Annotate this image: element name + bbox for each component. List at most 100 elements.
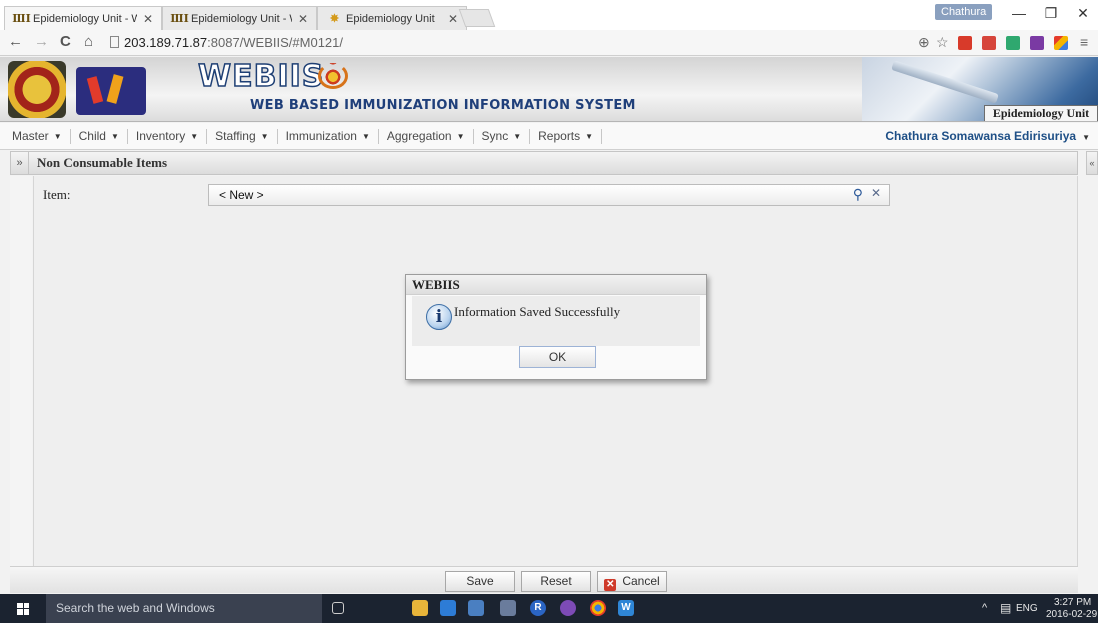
- menu-label: Reports: [538, 128, 581, 143]
- close-icon[interactable]: ✕: [143, 12, 153, 26]
- menu-sync[interactable]: Sync ▼: [472, 128, 530, 144]
- menu-master[interactable]: Master ▼: [0, 129, 70, 144]
- menu-label: Inventory: [135, 128, 186, 143]
- minimize-icon[interactable]: —: [1004, 5, 1034, 21]
- caret-down-icon: ▼: [110, 131, 119, 141]
- menu-label: Master: [12, 128, 49, 143]
- caret-down-icon: ▼: [190, 131, 199, 141]
- browser-tab-1[interactable]: ⅢⅠ Epidemiology Unit - WEBII ✕: [4, 6, 162, 30]
- app-logo: WEBIIS: [197, 58, 325, 95]
- clock-date[interactable]: 2016-02-29: [1046, 609, 1097, 620]
- info-icon: i: [426, 304, 452, 330]
- cancel-icon: ✕: [604, 579, 617, 591]
- browser-tab-2[interactable]: ⅢⅠ Epidemiology Unit - WEBII ✕: [162, 6, 317, 30]
- save-button[interactable]: Save: [445, 571, 515, 592]
- menu-aggregation[interactable]: Aggregation ▼: [377, 128, 473, 144]
- collapse-right-icon[interactable]: «: [1086, 151, 1098, 175]
- chrome-icon[interactable]: [590, 600, 606, 616]
- unit-name: Epidemiology Unit: [984, 105, 1098, 121]
- browser-titlebar: ⅢⅠ Epidemiology Unit - WEBII ✕ ⅢⅠ Epidem…: [0, 0, 1098, 30]
- app-subtitle: WEB BASED IMMUNIZATION INFORMATION SYSTE…: [250, 98, 636, 113]
- menu-label: Staffing: [215, 128, 256, 143]
- clock-time[interactable]: 3:27 PM: [1054, 597, 1091, 608]
- webiis-mark-icon: [318, 63, 348, 89]
- profile-badge[interactable]: Chathura: [935, 4, 993, 20]
- caret-down-icon: ▼: [53, 131, 62, 141]
- item-value: < New >: [219, 188, 264, 202]
- chrome-menu-icon[interactable]: ≡: [1080, 34, 1088, 50]
- caret-down-icon: ▼: [513, 131, 522, 141]
- tab-title: Epidemiology Unit - WEBII: [33, 12, 137, 25]
- cancel-button[interactable]: ✕ Cancel: [597, 571, 667, 592]
- windows-logo-icon: [17, 602, 29, 615]
- r-app-icon[interactable]: R: [530, 600, 546, 616]
- page-icon: [110, 36, 119, 48]
- item-label: Item:: [43, 187, 71, 202]
- clear-icon[interactable]: ✕: [871, 186, 881, 200]
- notification-icon[interactable]: ▤: [1000, 601, 1011, 615]
- tab-title: Epidemiology Unit - WEBII: [191, 12, 292, 25]
- reset-button[interactable]: Reset: [521, 571, 591, 592]
- close-icon[interactable]: ✕: [298, 12, 308, 26]
- menu-staffing[interactable]: Staffing ▼: [206, 128, 276, 144]
- close-icon[interactable]: ✕: [448, 12, 458, 26]
- extension-red-icon[interactable]: [958, 36, 972, 50]
- paint-icon[interactable]: [500, 600, 516, 616]
- app-icon[interactable]: [468, 600, 484, 616]
- address-bar: ← → C ⌂ 203.189.71.87:8087/WEBIIS/#M0121…: [0, 30, 1098, 56]
- forward-icon[interactable]: →: [34, 33, 49, 50]
- onenote-icon[interactable]: [1030, 36, 1044, 50]
- store-icon[interactable]: [440, 600, 456, 616]
- expand-icon[interactable]: »: [11, 152, 29, 174]
- sri-lanka-emblem-logo: [8, 61, 66, 118]
- menu-inventory[interactable]: Inventory ▼: [126, 128, 206, 144]
- file-explorer-icon[interactable]: [412, 600, 428, 616]
- main-menu: Master ▼ Child ▼ Inventory ▼ Staffing ▼ Immu…: [0, 123, 1098, 150]
- tab-title: Epidemiology Unit: [346, 12, 435, 25]
- menu-label: Child: [78, 128, 106, 143]
- action-toolbar: Save Reset ✕ Cancel: [10, 566, 1078, 593]
- search-icon[interactable]: ⚲: [853, 186, 863, 203]
- gmail-icon[interactable]: [982, 36, 996, 50]
- menu-label: Aggregation: [386, 128, 452, 143]
- extension-green-icon[interactable]: [1006, 36, 1020, 50]
- new-tab-button[interactable]: [458, 9, 496, 27]
- item-lookup-field[interactable]: < New > ⚲ ✕: [208, 184, 890, 206]
- caret-down-icon: ▼: [1082, 133, 1090, 142]
- caret-down-icon: ▼: [260, 131, 269, 141]
- windows-taskbar: Search the web and Windows R W ^ ▤ ENG 3…: [0, 594, 1098, 623]
- word-icon[interactable]: W: [618, 600, 634, 616]
- back-icon[interactable]: ←: [8, 33, 23, 50]
- home-icon[interactable]: ⌂: [84, 33, 93, 50]
- dialog-message: Information Saved Successfully: [454, 304, 621, 319]
- url-field[interactable]: 203.189.71.87:8087/WEBIIS/#M0121/: [110, 33, 870, 53]
- menu-child[interactable]: Child ▼: [69, 128, 127, 144]
- ok-button[interactable]: OK: [519, 346, 596, 368]
- close-window-icon[interactable]: ✕: [1068, 5, 1098, 22]
- menu-label: Immunization: [285, 128, 357, 143]
- dialog-title: WEBIIS: [406, 275, 706, 295]
- reload-icon[interactable]: C: [60, 33, 71, 50]
- start-button[interactable]: [0, 594, 46, 623]
- bookmark-star-icon[interactable]: ☆: [936, 34, 949, 51]
- caret-down-icon: ▼: [585, 131, 594, 141]
- extension-multicolor-icon[interactable]: [1054, 36, 1068, 50]
- info-dialog: WEBIIS i Information Saved Successfully …: [405, 274, 707, 380]
- menu-reports[interactable]: Reports ▼: [529, 128, 601, 144]
- tray-up-icon[interactable]: ^: [982, 602, 987, 614]
- task-view-icon[interactable]: [332, 602, 344, 614]
- restore-icon[interactable]: ❐: [1036, 5, 1066, 22]
- menu-divider: [601, 128, 603, 144]
- browser-tab-3[interactable]: ✸ Epidemiology Unit ✕: [317, 6, 467, 30]
- menu-immunization[interactable]: Immunization ▼: [276, 128, 378, 144]
- taskbar-search[interactable]: Search the web and Windows: [46, 594, 322, 623]
- emblem-favicon-icon: ✸: [329, 12, 340, 25]
- zoom-icon[interactable]: ⊕: [918, 34, 930, 51]
- webiis-favicon-icon: ⅢⅠ: [170, 12, 189, 25]
- children-logo: [76, 67, 146, 115]
- user-menu[interactable]: Chathura Somawansa Edirisuriya ▼: [885, 129, 1090, 143]
- language-indicator[interactable]: ENG: [1016, 603, 1038, 614]
- url-host: 203.189.71.87: [124, 35, 208, 50]
- viber-icon[interactable]: [560, 600, 576, 616]
- cancel-label: Cancel: [622, 574, 660, 588]
